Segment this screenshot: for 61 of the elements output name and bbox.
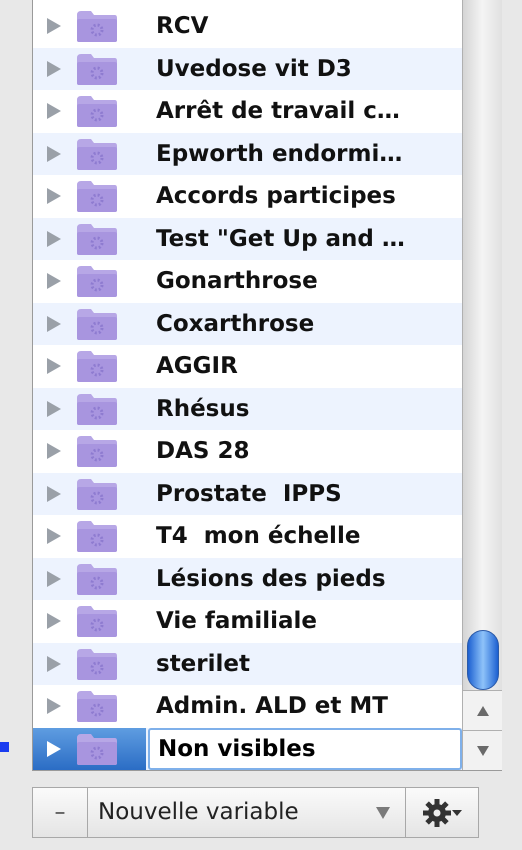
disclosure-triangle[interactable] [46, 314, 62, 333]
folder-icon [75, 732, 119, 766]
disclosure-triangle[interactable] [46, 612, 62, 630]
disclosure-triangle[interactable] [46, 357, 62, 376]
name-field[interactable]: Non visibles [148, 728, 462, 770]
scrollbar-thumb[interactable] [467, 630, 500, 690]
row-label[interactable]: AGGIR [156, 349, 238, 384]
scrollbar-track[interactable] [462, 0, 502, 770]
scroll-down-button[interactable] [463, 730, 502, 770]
disclosure-triangle[interactable] [46, 60, 62, 78]
folder-icon [75, 519, 119, 554]
row-label[interactable]: T4 mon échelle [156, 519, 360, 554]
disclosure-triangle[interactable] [46, 400, 62, 418]
folder-icon [75, 392, 119, 426]
folder-icon [75, 646, 119, 681]
popup-label: Nouvelle variable [98, 798, 300, 828]
disclosure-triangle[interactable] [46, 272, 62, 290]
row-label[interactable]: sterilet [156, 646, 250, 681]
disclosure-triangle[interactable] [46, 102, 62, 120]
disclosure-triangle[interactable] [46, 697, 62, 716]
row-label[interactable]: RCV [156, 9, 208, 44]
selection-marker [0, 742, 9, 752]
folder-icon [75, 689, 119, 724]
gear-icon [422, 798, 452, 828]
variable-popup[interactable]: Nouvelle variable [88, 788, 406, 837]
folder-icon [75, 94, 119, 128]
row-label[interactable]: Vie familiale [156, 604, 318, 638]
disclosure-triangle[interactable] [46, 442, 62, 460]
disclosure-triangle[interactable] [46, 740, 62, 758]
caret-icon [452, 810, 462, 816]
dropdown-arrow-icon [375, 806, 391, 820]
disclosure-triangle[interactable] [46, 230, 62, 248]
disclosure-triangle[interactable] [46, 484, 62, 503]
folder-icon [75, 52, 119, 86]
disclosure-triangle[interactable] [46, 187, 62, 206]
row-label[interactable]: Accords participes [156, 179, 396, 214]
row-label[interactable]: DAS 28 [156, 434, 250, 468]
disclosure-triangle[interactable] [46, 570, 62, 588]
folder-icon [75, 9, 119, 44]
remove-button[interactable]: – [33, 788, 88, 837]
folder-icon [75, 562, 119, 596]
down-arrow-icon [476, 744, 490, 756]
row-label[interactable]: Arrêt de travail c… [156, 94, 400, 128]
folder-icon [75, 306, 119, 341]
folder-icon [75, 604, 119, 638]
row-label[interactable]: Admin. ALD et MT [156, 689, 388, 724]
folder-icon [75, 476, 119, 511]
disclosure-triangle[interactable] [46, 654, 62, 673]
folder-icon [75, 179, 119, 214]
folder-icon [75, 222, 119, 256]
disclosure-triangle[interactable] [46, 144, 62, 163]
row-label[interactable]: Rhésus [156, 392, 250, 426]
folder-icon [75, 434, 119, 468]
folder-icon [75, 136, 119, 171]
row-label[interactable]: Gonarthrose [156, 264, 318, 298]
disclosure-triangle[interactable] [46, 17, 62, 36]
scroll-up-button[interactable] [463, 690, 502, 730]
folder-icon [75, 349, 119, 384]
up-arrow-icon [476, 704, 490, 716]
folder-icon [75, 264, 119, 298]
disclosure-triangle[interactable] [46, 527, 62, 546]
